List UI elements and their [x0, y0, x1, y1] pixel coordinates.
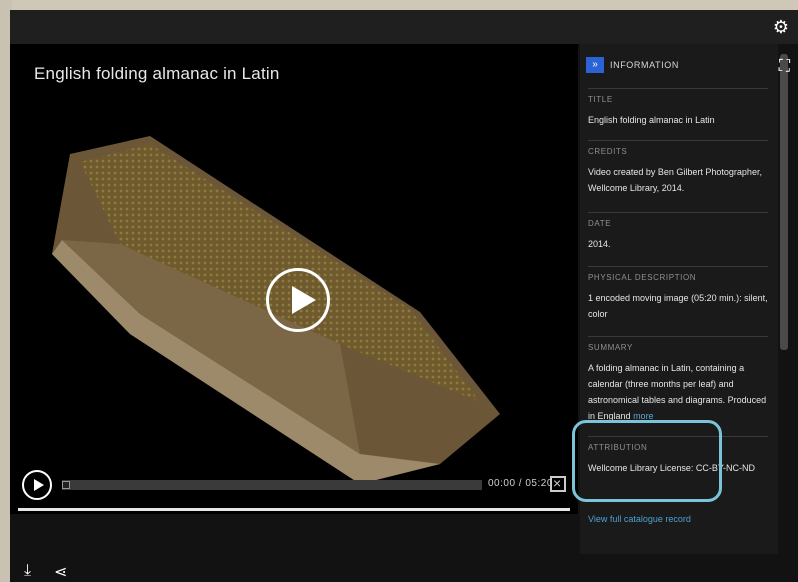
play-button[interactable]: [22, 470, 52, 500]
seek-bar[interactable]: [62, 480, 482, 490]
section-label: PHYSICAL DESCRIPTION: [588, 266, 768, 282]
play-button-large[interactable]: [266, 268, 330, 332]
section-label: SUMMARY: [588, 336, 768, 352]
video-stage[interactable]: English folding almanac in Latin: [10, 44, 578, 514]
fullscreen-icon[interactable]: ⛶: [779, 58, 790, 76]
section-text: Video created by Ben Gilbert Photographe…: [588, 167, 762, 193]
section-label: TITLE: [588, 88, 768, 104]
panel-scrollbar[interactable]: [780, 54, 788, 350]
progress-separator: [18, 508, 570, 511]
gear-icon[interactable]: ⚙: [772, 18, 790, 36]
section-summary: SUMMARY A folding almanac in Latin, cont…: [588, 336, 768, 424]
seek-handle[interactable]: [62, 481, 70, 489]
download-icon[interactable]: ⤓: [24, 562, 31, 580]
media-viewer: ⚙ English folding almanac in Latin 00:00…: [10, 10, 798, 582]
section-credits: CREDITS Video created by Ben Gilbert Pho…: [588, 140, 768, 196]
catalogue-record-link[interactable]: View full catalogue record: [588, 514, 691, 524]
section-date: DATE 2014.: [588, 212, 768, 252]
section-title: TITLE English folding almanac in Latin: [588, 88, 768, 128]
video-title: English folding almanac in Latin: [34, 64, 280, 83]
section-physical-description: PHYSICAL DESCRIPTION 1 encoded moving im…: [588, 266, 768, 322]
double-chevron-icon[interactable]: »: [586, 57, 604, 73]
summary-text: A folding almanac in Latin, containing a…: [588, 363, 767, 421]
section-label: DATE: [588, 212, 768, 228]
section-text: 2014.: [588, 239, 611, 249]
viewer-topbar: ⚙: [10, 10, 798, 44]
background-page-top: [0, 0, 798, 10]
player-controls: 00:00 / 05:20 ⤓ ⋖: [10, 470, 578, 582]
share-icon[interactable]: ⋖: [54, 562, 67, 582]
panel-title: INFORMATION: [610, 60, 679, 70]
control-bar: 00:00 / 05:20: [22, 468, 570, 502]
section-text: English folding almanac in Latin: [588, 115, 715, 125]
attribution-highlight: [572, 420, 722, 502]
section-text: 1 encoded moving image (05:20 min.): sil…: [588, 293, 768, 319]
section-text: A folding almanac in Latin, containing a…: [588, 360, 768, 424]
exit-fullscreen-button[interactable]: [550, 475, 566, 492]
time-display: 00:00 / 05:20: [488, 478, 553, 489]
panel-header: » INFORMATION: [586, 56, 679, 74]
section-label: CREDITS: [588, 140, 768, 156]
